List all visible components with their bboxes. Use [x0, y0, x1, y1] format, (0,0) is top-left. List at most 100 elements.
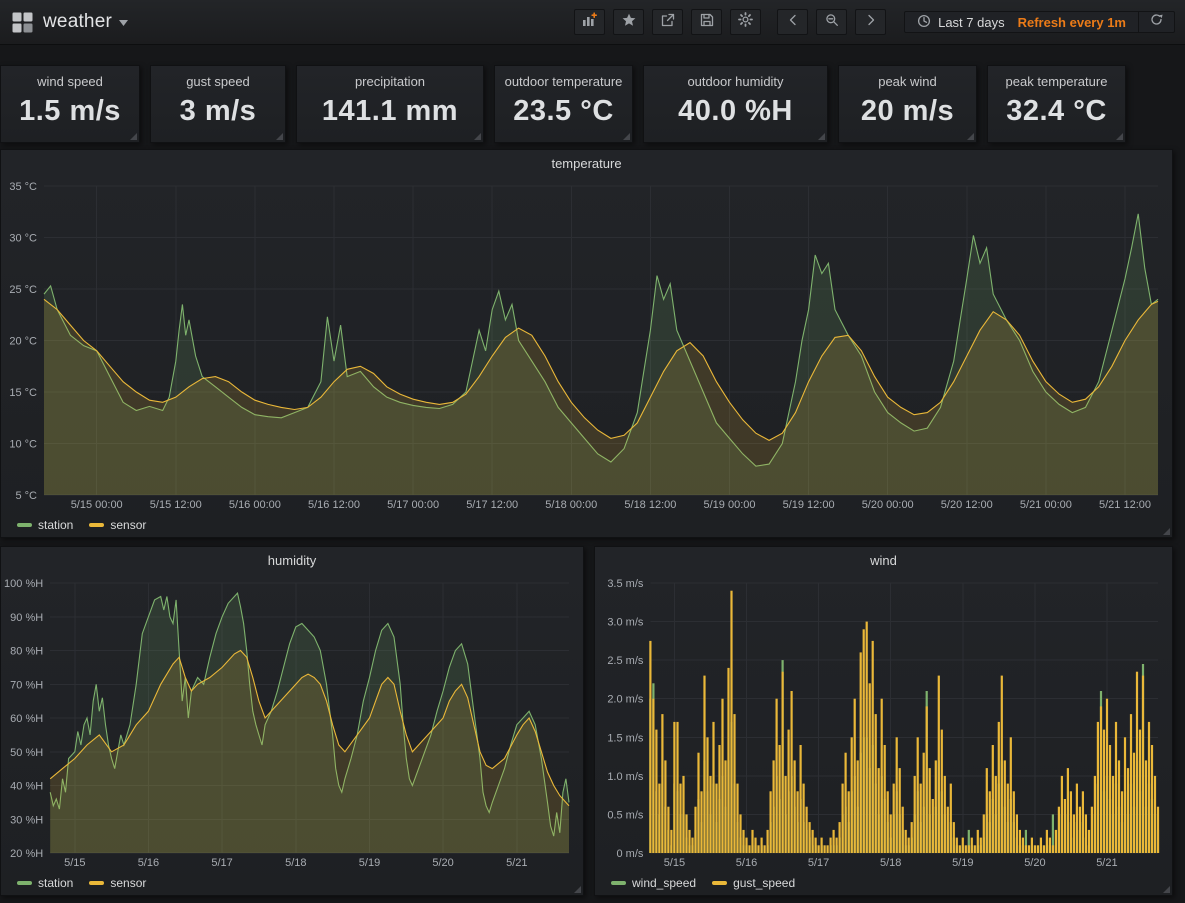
legend-item-sensor[interactable]: sensor	[89, 876, 146, 890]
panel-resize-handle[interactable]	[967, 133, 974, 140]
svg-text:5/19 12:00: 5/19 12:00	[783, 499, 835, 511]
stat-value: 20 m/s	[861, 95, 954, 128]
time-nav-actions	[777, 9, 886, 35]
legend-item-station[interactable]: station	[17, 876, 73, 890]
bar-chart-plus-icon	[582, 12, 597, 32]
svg-text:50 %H: 50 %H	[10, 747, 43, 759]
svg-text:5/19 00:00: 5/19 00:00	[704, 499, 756, 511]
panel-title[interactable]: peak temperature	[1006, 74, 1108, 89]
zoom-out-icon	[825, 13, 839, 32]
legend-item-wind-speed[interactable]: wind_speed	[611, 876, 696, 890]
panel-resize-handle[interactable]	[818, 133, 825, 140]
svg-text:5/21: 5/21	[1096, 857, 1117, 869]
svg-text:2.0 m/s: 2.0 m/s	[607, 694, 644, 706]
panel-resize-handle[interactable]	[623, 133, 630, 140]
wind-panel: wind 5/155/165/175/185/195/205/210 m/s0.…	[594, 546, 1173, 896]
stat-value: 32.4 °C	[1006, 95, 1107, 128]
panel-title-humidity[interactable]: humidity	[1, 547, 583, 573]
svg-text:5/15: 5/15	[64, 857, 85, 869]
svg-text:100 %H: 100 %H	[4, 578, 43, 590]
stat-panel-outdoor-humidity: outdoor humidity 40.0 %H	[643, 65, 828, 143]
svg-text:5/17: 5/17	[211, 857, 232, 869]
refresh-interval-label: Refresh every 1m	[1018, 15, 1126, 30]
zoom-out-button[interactable]	[816, 9, 847, 35]
stat-value: 23.5 °C	[513, 95, 614, 128]
panel-resize-handle[interactable]	[130, 133, 137, 140]
svg-text:5/20 12:00: 5/20 12:00	[941, 499, 993, 511]
legend-swatch	[17, 523, 32, 527]
stat-row: wind speed 1.5 m/s gust speed 3 m/s prec…	[0, 65, 1173, 143]
wind-chart[interactable]: 5/155/165/175/185/195/205/210 m/s0.5 m/s…	[595, 573, 1172, 871]
legend-swatch	[712, 881, 727, 885]
humidity-panel: humidity 5/155/165/175/185/195/205/2120 …	[0, 546, 584, 896]
time-forward-button[interactable]	[855, 9, 886, 35]
panel-title[interactable]: precipitation	[355, 74, 425, 89]
panel-title-wind[interactable]: wind	[595, 547, 1172, 573]
svg-text:2.5 m/s: 2.5 m/s	[607, 655, 644, 667]
svg-text:90 %H: 90 %H	[10, 612, 43, 624]
stat-panel-gust-speed: gust speed 3 m/s	[150, 65, 286, 143]
panel-title[interactable]: wind speed	[37, 74, 103, 89]
refresh-button[interactable]	[1138, 12, 1174, 32]
panel-resize-handle[interactable]	[474, 133, 481, 140]
share-button[interactable]	[652, 9, 683, 35]
legend-label: wind_speed	[632, 876, 696, 890]
save-button[interactable]	[691, 9, 722, 35]
time-range-button[interactable]: Last 7 days Refresh every 1m	[905, 12, 1138, 32]
chevron-left-icon	[787, 13, 799, 32]
panel-title-temperature[interactable]: temperature	[1, 150, 1172, 176]
stat-panel-precipitation: precipitation 141.1 mm	[296, 65, 484, 143]
temperature-chart[interactable]: 5/15 00:005/15 12:005/16 00:005/16 12:00…	[1, 176, 1172, 513]
save-icon	[700, 13, 714, 32]
svg-text:5/18 12:00: 5/18 12:00	[624, 499, 676, 511]
stat-value: 3 m/s	[180, 95, 257, 128]
svg-text:5/17 00:00: 5/17 00:00	[387, 499, 439, 511]
svg-text:5/15 00:00: 5/15 00:00	[71, 499, 123, 511]
legend-item-sensor[interactable]: sensor	[89, 518, 146, 532]
stat-value: 40.0 %H	[678, 95, 793, 128]
navbar: weather	[0, 0, 1185, 45]
panel-resize-handle[interactable]	[1163, 528, 1170, 535]
share-icon	[661, 13, 675, 32]
stat-value: 141.1 mm	[322, 95, 458, 128]
stat-panel-peak-wind: peak wind 20 m/s	[838, 65, 977, 143]
svg-text:5/21 00:00: 5/21 00:00	[1020, 499, 1072, 511]
panel-title[interactable]: outdoor temperature	[505, 74, 623, 89]
legend-item-station[interactable]: station	[17, 518, 73, 532]
svg-text:5/16: 5/16	[138, 857, 159, 869]
panel-resize-handle[interactable]	[276, 133, 283, 140]
svg-text:30 %H: 30 %H	[10, 814, 43, 826]
legend-label: station	[38, 518, 73, 532]
grafana-logo-icon[interactable]	[12, 12, 33, 33]
svg-text:40 %H: 40 %H	[10, 781, 43, 793]
stat-panel-peak-temperature: peak temperature 32.4 °C	[987, 65, 1126, 143]
legend-swatch	[89, 523, 104, 527]
humidity-chart[interactable]: 5/155/165/175/185/195/205/2120 %H30 %H40…	[1, 573, 583, 871]
svg-text:0.5 m/s: 0.5 m/s	[607, 809, 644, 821]
panel-title[interactable]: outdoor humidity	[687, 74, 783, 89]
svg-text:35 °C: 35 °C	[9, 181, 37, 193]
time-back-button[interactable]	[777, 9, 808, 35]
svg-text:5/17: 5/17	[808, 857, 829, 869]
dashboard-title: weather	[43, 11, 112, 33]
panel-title[interactable]: gust speed	[186, 74, 250, 89]
svg-text:3.0 m/s: 3.0 m/s	[607, 617, 644, 629]
svg-text:5/18: 5/18	[880, 857, 901, 869]
panel-title[interactable]: peak wind	[878, 74, 937, 89]
legend-item-gust-speed[interactable]: gust_speed	[712, 876, 795, 890]
legend-label: sensor	[110, 876, 146, 890]
svg-text:5/20: 5/20	[1024, 857, 1045, 869]
svg-text:5/18 00:00: 5/18 00:00	[545, 499, 597, 511]
panel-resize-handle[interactable]	[1116, 133, 1123, 140]
dashboard-title-dropdown[interactable]: weather	[43, 11, 128, 33]
star-button[interactable]	[613, 9, 644, 35]
settings-button[interactable]	[730, 9, 761, 35]
panel-resize-handle[interactable]	[1163, 886, 1170, 893]
panel-resize-handle[interactable]	[574, 886, 581, 893]
chevron-right-icon	[865, 13, 877, 32]
add-panel-button[interactable]	[574, 9, 605, 35]
svg-text:5/21: 5/21	[506, 857, 527, 869]
svg-text:5/20 00:00: 5/20 00:00	[862, 499, 914, 511]
svg-text:20 %H: 20 %H	[10, 848, 43, 860]
svg-text:3.5 m/s: 3.5 m/s	[607, 578, 644, 590]
